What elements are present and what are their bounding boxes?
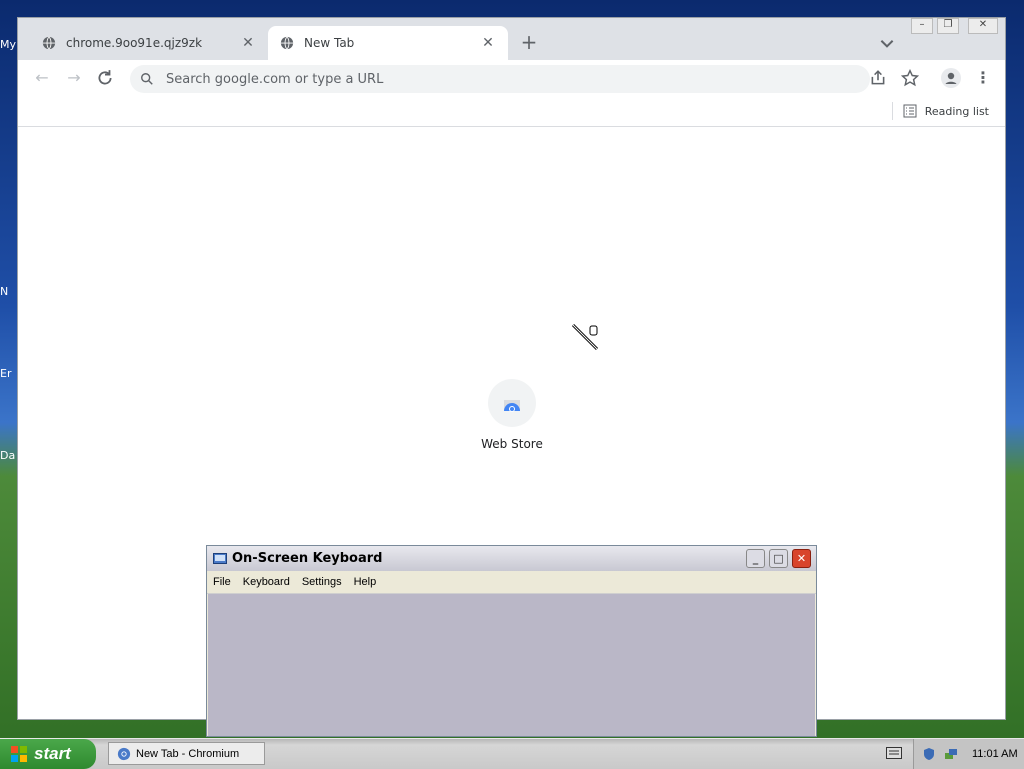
forward-button[interactable]: → xyxy=(64,68,84,88)
chrome-web-store-icon xyxy=(504,400,520,412)
restore-button[interactable]: ❐ xyxy=(937,18,959,34)
tab-active[interactable]: New Tab ✕ xyxy=(268,26,508,60)
network-icon[interactable] xyxy=(944,747,958,761)
menu-kebab-icon[interactable]: ⋮ xyxy=(973,68,993,88)
tab-inactive[interactable]: chrome.9oo91e.qjz9zk ✕ xyxy=(30,26,268,60)
reading-list-button[interactable]: Reading list xyxy=(891,102,989,120)
minimize-button[interactable]: – xyxy=(911,18,933,34)
profile-avatar-icon[interactable] xyxy=(941,68,961,88)
windows-flag-icon xyxy=(11,746,27,762)
search-icon xyxy=(141,73,153,85)
taskbar: start New Tab - Chromium 11:01 AM xyxy=(0,738,1024,769)
start-button[interactable]: start xyxy=(0,739,96,769)
start-label: start xyxy=(34,744,71,763)
tab-strip: chrome.9oo91e.qjz9zk ✕ New Tab ✕ + – ❐ ✕ xyxy=(18,18,1005,60)
osk-title: On-Screen Keyboard xyxy=(232,551,383,566)
reload-icon[interactable] xyxy=(96,69,114,87)
keyboard-icon xyxy=(213,553,227,564)
menu-keyboard[interactable]: Keyboard xyxy=(237,576,296,588)
shortcut-icon-container xyxy=(488,379,536,427)
globe-icon xyxy=(280,36,294,50)
shortcut-web-store[interactable]: Web Store xyxy=(472,379,552,451)
share-icon[interactable] xyxy=(869,69,887,87)
toolbar: ← → ⋮ xyxy=(18,60,1005,96)
tab-title: chrome.9oo91e.qjz9zk xyxy=(66,36,203,50)
taskbar-item[interactable]: New Tab - Chromium xyxy=(108,742,265,765)
osk-window: On-Screen Keyboard _ □ ✕ File Keyboard S… xyxy=(206,545,817,737)
chromium-icon xyxy=(117,747,131,760)
menu-file[interactable]: File xyxy=(207,576,237,588)
busy-cursor-icon xyxy=(571,323,599,351)
desktop-icon-label: N xyxy=(0,285,9,298)
desktop-icon-label: Er xyxy=(0,367,12,380)
menu-settings[interactable]: Settings xyxy=(296,576,348,588)
osk-menubar: File Keyboard Settings Help xyxy=(207,571,816,594)
tab-close-icon[interactable]: ✕ xyxy=(240,35,256,51)
bookmarks-bar: Reading list xyxy=(18,96,1005,127)
osk-close-button[interactable]: ✕ xyxy=(792,549,811,568)
taskbar-item-label: New Tab - Chromium xyxy=(136,747,240,760)
close-button[interactable]: ✕ xyxy=(968,18,998,34)
osk-keyboard-area[interactable] xyxy=(208,594,815,736)
menu-help[interactable]: Help xyxy=(348,576,383,588)
globe-icon xyxy=(42,36,56,50)
address-input[interactable] xyxy=(164,70,848,88)
security-shield-icon[interactable] xyxy=(922,747,936,761)
reading-list-label: Reading list xyxy=(924,104,989,118)
new-tab-button[interactable]: + xyxy=(518,32,540,54)
system-tray: 11:01 AM xyxy=(913,739,1024,769)
tray-keyboard-icon[interactable] xyxy=(886,747,902,759)
tab-search-chevron-icon[interactable] xyxy=(878,34,896,52)
desktop-icon-label: My xyxy=(0,38,16,51)
shortcut-label: Web Store xyxy=(481,437,543,451)
osk-minimize-button[interactable]: _ xyxy=(746,549,765,568)
reading-list-icon xyxy=(903,104,917,118)
separator xyxy=(891,102,893,120)
clock[interactable]: 11:01 AM xyxy=(972,748,1018,760)
desktop-icon-label: Da xyxy=(0,449,16,462)
tab-title: New Tab xyxy=(304,36,355,50)
bookmark-star-icon[interactable] xyxy=(901,69,919,87)
omnibox[interactable] xyxy=(130,65,870,93)
osk-titlebar[interactable]: On-Screen Keyboard _ □ ✕ xyxy=(207,546,816,571)
osk-maximize-button[interactable]: □ xyxy=(769,549,788,568)
tab-close-icon[interactable]: ✕ xyxy=(480,35,496,51)
back-button[interactable]: ← xyxy=(32,68,52,88)
